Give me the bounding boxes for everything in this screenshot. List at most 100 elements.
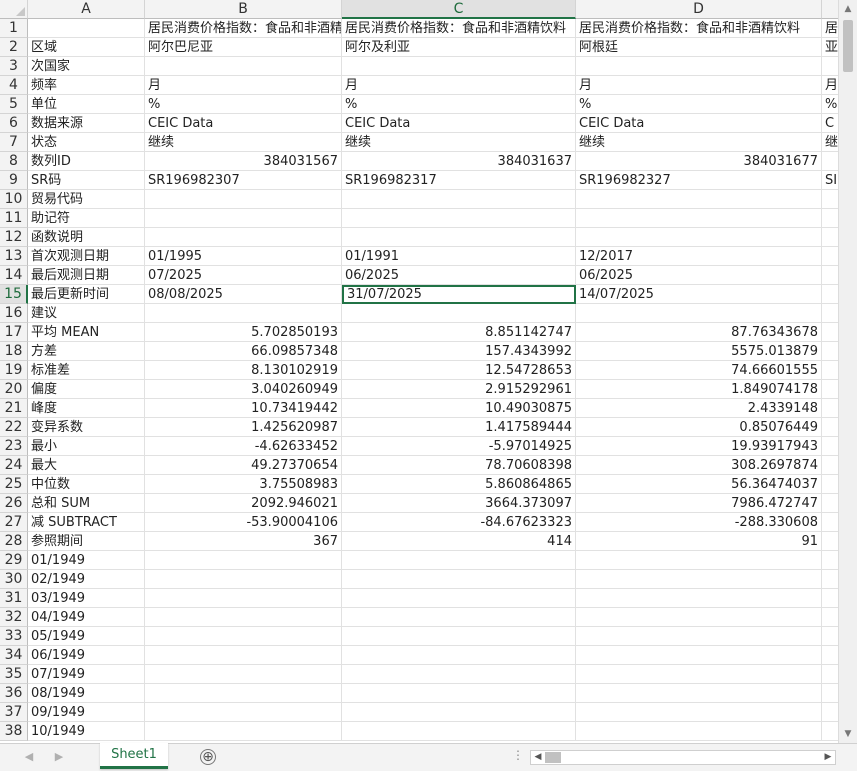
- scroll-right-icon[interactable]: ▶: [822, 751, 834, 764]
- cell-c28[interactable]: 414: [342, 532, 576, 551]
- row-header[interactable]: 34: [0, 646, 28, 665]
- cell-c27[interactable]: -84.67623323: [342, 513, 576, 532]
- cell-b20[interactable]: 3.040260949: [145, 380, 342, 399]
- cell-b35[interactable]: [145, 665, 342, 684]
- select-all-corner[interactable]: [0, 0, 28, 19]
- cell-c7[interactable]: 继续: [342, 133, 576, 152]
- cell-a30[interactable]: 02/1949: [28, 570, 145, 589]
- cell-e6[interactable]: C: [822, 114, 838, 133]
- cell-e35[interactable]: [822, 665, 838, 684]
- cell-e34[interactable]: [822, 646, 838, 665]
- cell-a22[interactable]: 变异系数: [28, 418, 145, 437]
- cell-a2[interactable]: 区域: [28, 38, 145, 57]
- cell-b9[interactable]: SR196982307: [145, 171, 342, 190]
- row-header[interactable]: 26: [0, 494, 28, 513]
- cell-e29[interactable]: [822, 551, 838, 570]
- cell-d6[interactable]: CEIC Data: [576, 114, 822, 133]
- cell-a28[interactable]: 参照期间: [28, 532, 145, 551]
- cell-d15[interactable]: 14/07/2025: [576, 285, 822, 304]
- cell-d28[interactable]: 91: [576, 532, 822, 551]
- cell-e12[interactable]: [822, 228, 838, 247]
- row-header[interactable]: 37: [0, 703, 28, 722]
- cell-b26[interactable]: 2092.946021: [145, 494, 342, 513]
- row-header[interactable]: 28: [0, 532, 28, 551]
- tab-split-handle-icon[interactable]: ⋮: [512, 748, 524, 762]
- cell-d18[interactable]: 5575.013879: [576, 342, 822, 361]
- cell-b38[interactable]: [145, 722, 342, 741]
- row-header[interactable]: 5: [0, 95, 28, 114]
- row-header[interactable]: 18: [0, 342, 28, 361]
- cell-a35[interactable]: 07/1949: [28, 665, 145, 684]
- column-header-e[interactable]: E: [822, 0, 838, 19]
- cell-c20[interactable]: 2.915292961: [342, 380, 576, 399]
- cell-e24[interactable]: [822, 456, 838, 475]
- prev-sheet-icon[interactable]: ◀: [22, 749, 36, 765]
- cell-c25[interactable]: 5.860864865: [342, 475, 576, 494]
- cell-e36[interactable]: [822, 684, 838, 703]
- cell-e11[interactable]: [822, 209, 838, 228]
- cell-d38[interactable]: [576, 722, 822, 741]
- cell-b24[interactable]: 49.27370654: [145, 456, 342, 475]
- cell-a3[interactable]: 次国家: [28, 57, 145, 76]
- cell-c17[interactable]: 8.851142747: [342, 323, 576, 342]
- sheet-tab-sheet1[interactable]: Sheet1: [100, 743, 168, 769]
- row-header[interactable]: 12: [0, 228, 28, 247]
- cell-c35[interactable]: [342, 665, 576, 684]
- cell-d34[interactable]: [576, 646, 822, 665]
- horizontal-scroll-thumb[interactable]: [545, 752, 561, 763]
- cell-c11[interactable]: [342, 209, 576, 228]
- cell-e7[interactable]: 继: [822, 133, 838, 152]
- cell-d24[interactable]: 308.2697874: [576, 456, 822, 475]
- vertical-scroll-thumb[interactable]: [843, 20, 853, 72]
- next-sheet-icon[interactable]: ▶: [52, 749, 66, 765]
- cell-d21[interactable]: 2.4339148: [576, 399, 822, 418]
- cell-c13[interactable]: 01/1991: [342, 247, 576, 266]
- cell-c38[interactable]: [342, 722, 576, 741]
- cell-d35[interactable]: [576, 665, 822, 684]
- cell-b37[interactable]: [145, 703, 342, 722]
- cell-c36[interactable]: [342, 684, 576, 703]
- cell-d36[interactable]: [576, 684, 822, 703]
- cell-d17[interactable]: 87.76343678: [576, 323, 822, 342]
- cell-d9[interactable]: SR196982327: [576, 171, 822, 190]
- cell-a17[interactable]: 平均 MEAN: [28, 323, 145, 342]
- vertical-scrollbar[interactable]: ▲ ▼: [838, 0, 857, 743]
- cell-c15[interactable]: 31/07/2025: [342, 285, 576, 304]
- row-header[interactable]: 25: [0, 475, 28, 494]
- cell-d12[interactable]: [576, 228, 822, 247]
- cell-a20[interactable]: 偏度: [28, 380, 145, 399]
- row-header[interactable]: 2: [0, 38, 28, 57]
- cell-e3[interactable]: [822, 57, 838, 76]
- cell-a9[interactable]: SR码: [28, 171, 145, 190]
- cell-c3[interactable]: [342, 57, 576, 76]
- cell-a8[interactable]: 数列ID: [28, 152, 145, 171]
- row-header[interactable]: 11: [0, 209, 28, 228]
- cell-a15[interactable]: 最后更新时间: [28, 285, 145, 304]
- cell-e18[interactable]: [822, 342, 838, 361]
- cell-d3[interactable]: [576, 57, 822, 76]
- cell-c21[interactable]: 10.49030875: [342, 399, 576, 418]
- cell-c1[interactable]: 居民消费价格指数：食品和非酒精饮料: [342, 19, 576, 38]
- cell-e25[interactable]: [822, 475, 838, 494]
- cell-c37[interactable]: [342, 703, 576, 722]
- row-header[interactable]: 38: [0, 722, 28, 741]
- cell-e32[interactable]: [822, 608, 838, 627]
- row-header[interactable]: 4: [0, 76, 28, 95]
- cell-a19[interactable]: 标准差: [28, 361, 145, 380]
- cell-a12[interactable]: 函数说明: [28, 228, 145, 247]
- cell-e22[interactable]: [822, 418, 838, 437]
- cell-b15[interactable]: 08/08/2025: [145, 285, 342, 304]
- cell-a16[interactable]: 建议: [28, 304, 145, 323]
- row-header[interactable]: 30: [0, 570, 28, 589]
- cell-c26[interactable]: 3664.373097: [342, 494, 576, 513]
- cell-a6[interactable]: 数据来源: [28, 114, 145, 133]
- cell-a5[interactable]: 单位: [28, 95, 145, 114]
- spreadsheet-grid[interactable]: ABCDE 1居民消费价格指数：食品和非酒精饮料居民消费价格指数：食品和非酒精饮…: [0, 0, 838, 743]
- cell-c23[interactable]: -5.97014925: [342, 437, 576, 456]
- cell-c32[interactable]: [342, 608, 576, 627]
- cell-d25[interactable]: 56.36474037: [576, 475, 822, 494]
- cell-e5[interactable]: %: [822, 95, 838, 114]
- cell-c2[interactable]: 阿尔及利亚: [342, 38, 576, 57]
- cell-c4[interactable]: 月: [342, 76, 576, 95]
- cell-b6[interactable]: CEIC Data: [145, 114, 342, 133]
